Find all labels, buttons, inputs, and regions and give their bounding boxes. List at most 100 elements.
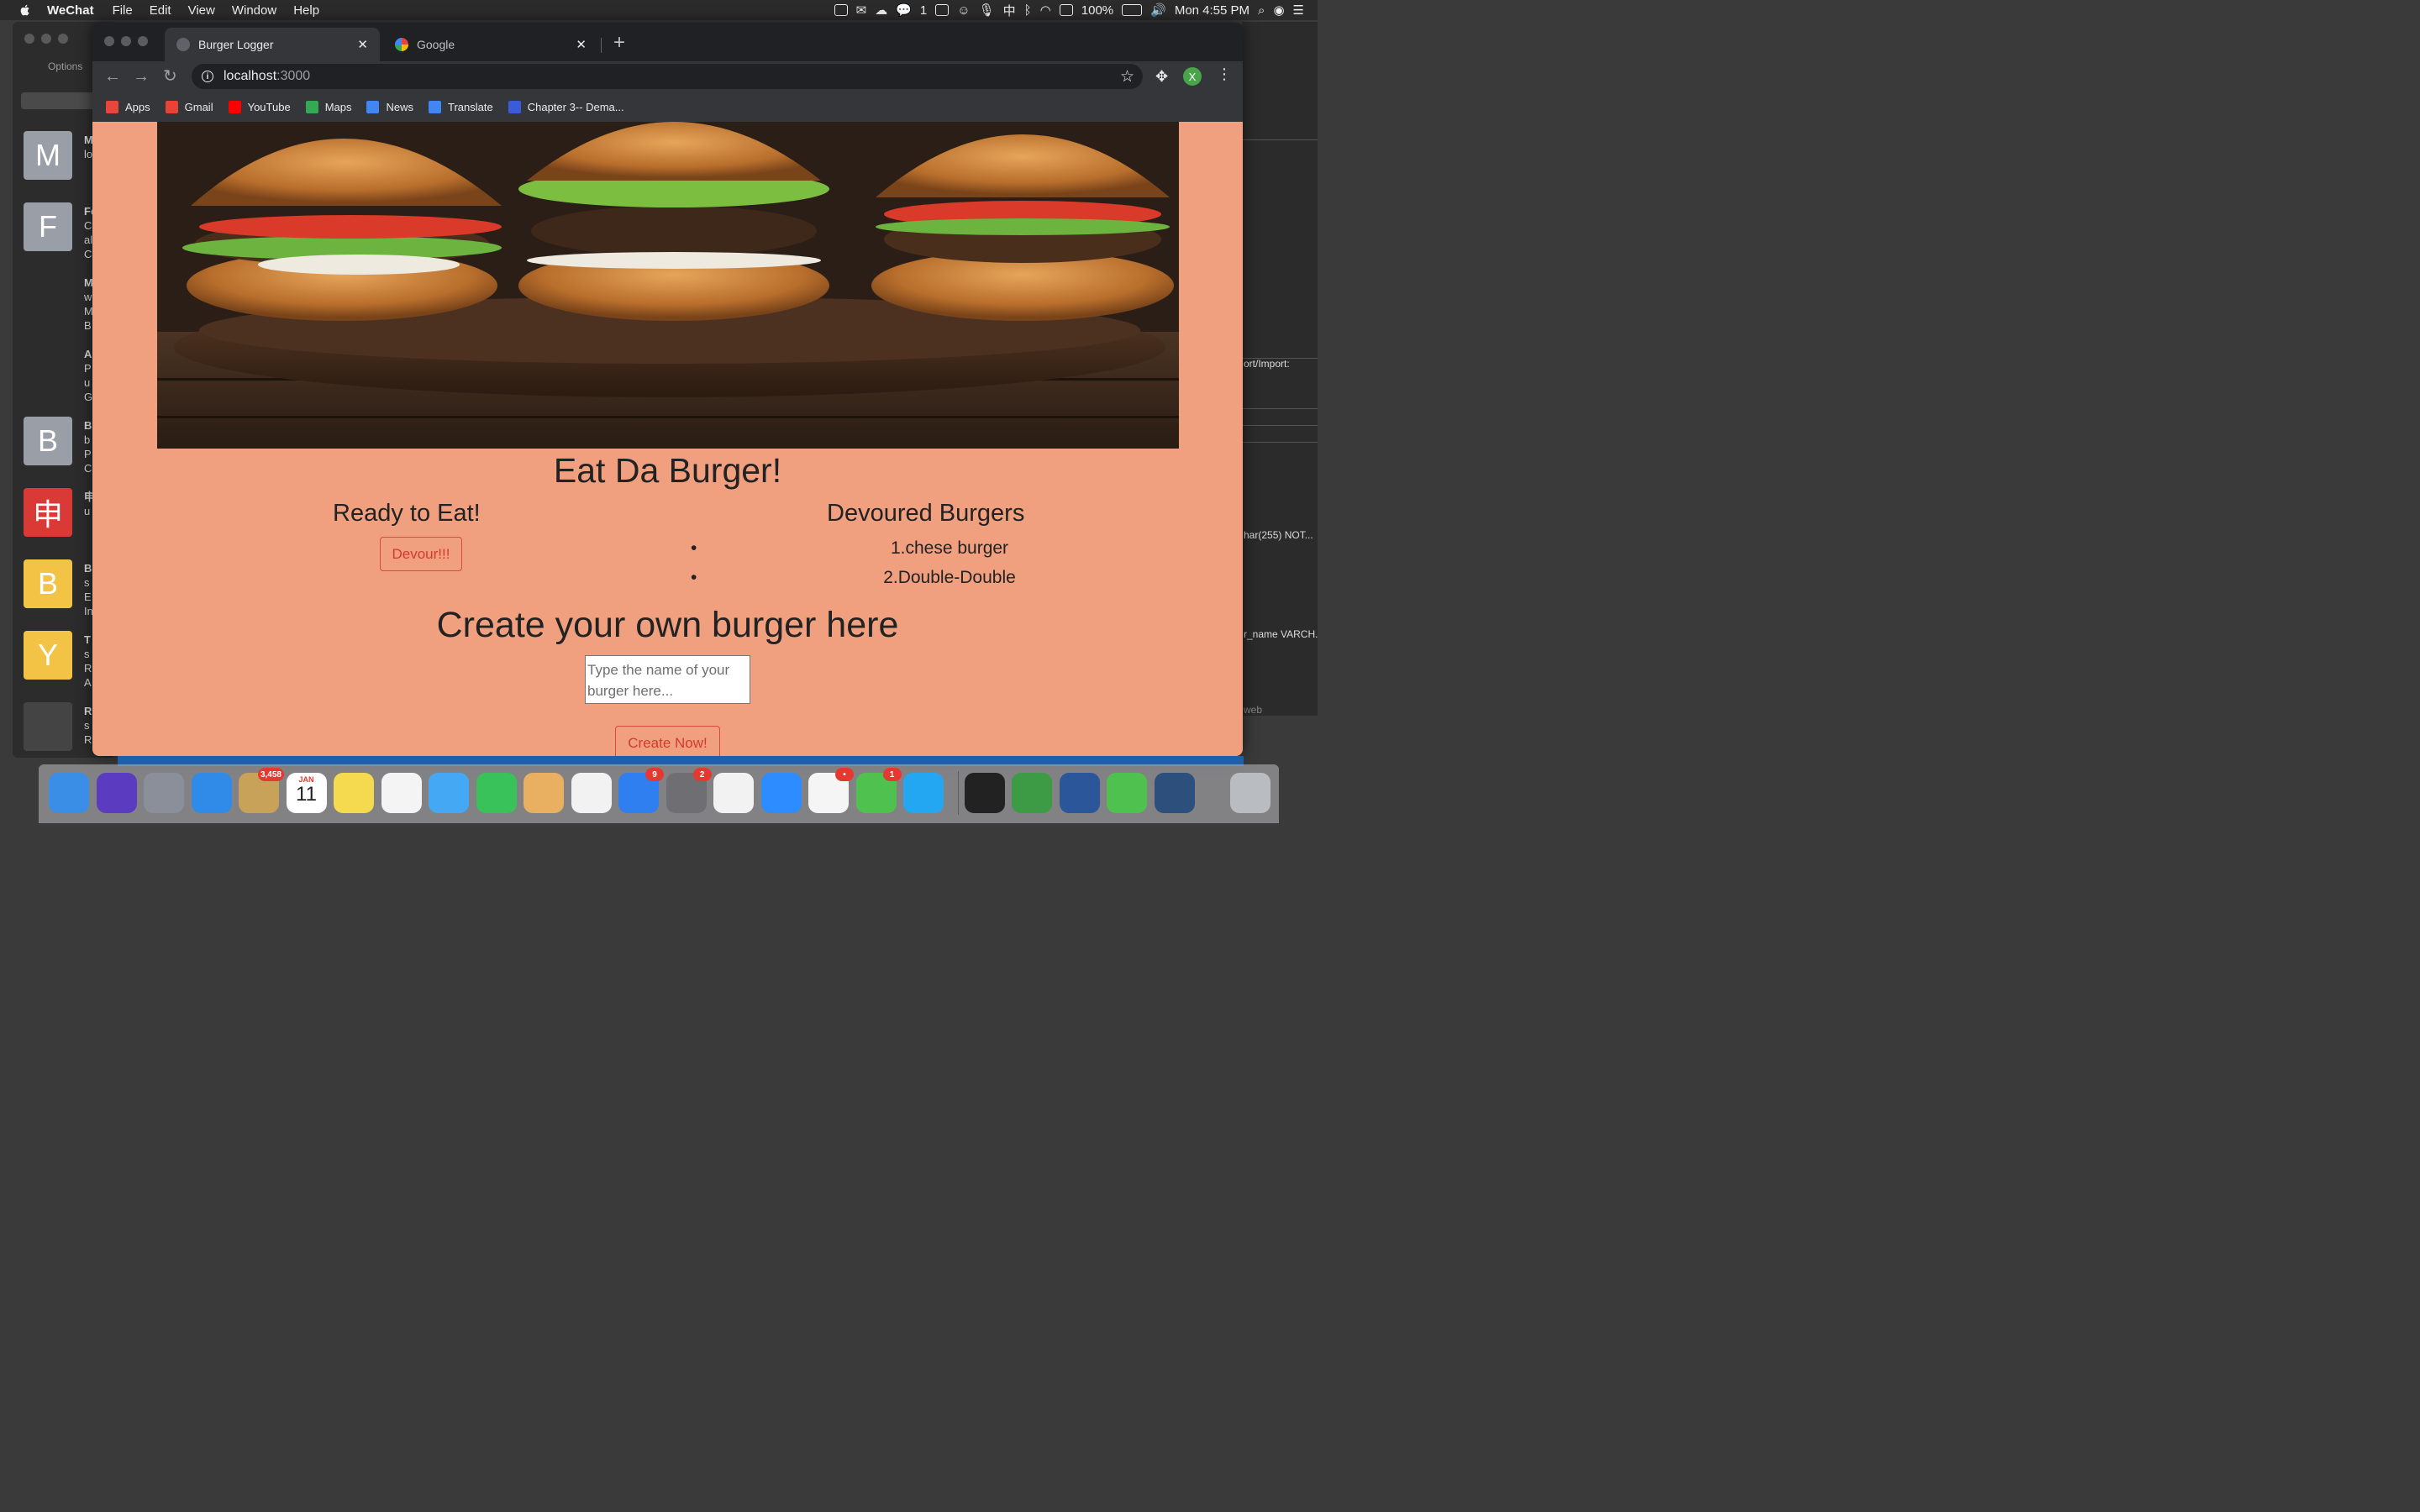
notes-icon[interactable] — [334, 773, 374, 813]
back-icon[interactable]: ← — [104, 66, 121, 87]
wechat-minimize-button[interactable] — [41, 34, 51, 44]
burger-name-input[interactable] — [585, 655, 750, 704]
terminal-icon[interactable] — [964, 773, 1005, 813]
app-store-icon[interactable]: 9 — [618, 768, 664, 813]
menu-edit[interactable]: Edit — [150, 3, 171, 18]
close-window-button[interactable] — [104, 36, 114, 46]
launchpad-icon[interactable] — [144, 773, 184, 813]
calendar-day: 11 — [296, 783, 317, 806]
reload-icon[interactable]: ↻ — [163, 66, 177, 87]
menu-view[interactable]: View — [188, 3, 215, 18]
preview-icon[interactable] — [523, 773, 564, 813]
bookmark-translate[interactable]: Translate — [429, 100, 493, 113]
system-preferences-icon[interactable]: 2 — [666, 768, 712, 813]
chrome-menu-icon[interactable]: ⋮ — [1217, 66, 1232, 83]
emoji-status-icon[interactable]: ☺ — [957, 3, 970, 18]
facetime-icon[interactable] — [476, 773, 517, 813]
bookmark-maps[interactable]: Maps — [305, 100, 351, 113]
new-tab-icon[interactable]: + — [613, 33, 625, 53]
bookmark-label: Translate — [448, 100, 493, 113]
avatar — [24, 274, 72, 323]
notification-badge: 2 — [692, 768, 712, 781]
chat-preview-line: R — [84, 662, 92, 675]
bookmark-chapter-3-dema[interactable]: Chapter 3-- Dema... — [508, 100, 624, 113]
menu-app-name[interactable]: WeChat — [47, 3, 94, 18]
bookmark-news[interactable]: News — [366, 100, 413, 113]
bookmark-apps[interactable]: Apps — [106, 100, 150, 113]
avatar: B — [24, 417, 72, 465]
reminders-icon[interactable] — [381, 773, 422, 813]
vscode-icon[interactable] — [903, 773, 944, 813]
wechat-close-button[interactable] — [24, 34, 34, 44]
wifi-icon[interactable]: ◠ — [1040, 3, 1051, 18]
menu-file[interactable]: File — [113, 3, 133, 18]
menu-window[interactable]: Window — [232, 3, 276, 18]
wechat-status-icon[interactable]: 💬 — [896, 3, 912, 18]
tab-burger-logger[interactable]: Burger Logger ✕ — [165, 28, 380, 61]
zoom-window-button[interactable] — [138, 36, 148, 46]
bookmark-youtube[interactable]: YouTube — [228, 100, 291, 113]
siri-status-icon[interactable]: ◉ — [1273, 3, 1284, 18]
chat-preview-line: R — [84, 705, 92, 717]
camera-status-icon[interactable] — [834, 4, 848, 16]
tab-google[interactable]: Google ✕ — [383, 28, 598, 61]
s-app-status-icon[interactable] — [1059, 4, 1073, 16]
music-icon[interactable] — [571, 773, 612, 813]
mic-status-icon[interactable]: 🎙 — [979, 3, 995, 18]
input-method-icon[interactable]: 中 — [1003, 2, 1016, 19]
bookmark-icon — [429, 100, 441, 113]
chat-preview-line: A — [84, 676, 92, 689]
wechat-work-icon[interactable]: 1 — [855, 768, 902, 813]
forward-icon[interactable]: → — [133, 66, 150, 87]
apple-icon[interactable] — [18, 3, 32, 17]
bookmark-gmail[interactable]: Gmail — [165, 100, 213, 113]
cloud-status-icon[interactable]: ☁ — [875, 3, 887, 18]
spotlight-icon[interactable]: ⌕ — [1258, 3, 1265, 18]
calendar-icon[interactable]: JAN 11 — [286, 773, 327, 813]
close-tab-icon[interactable]: ✕ — [357, 37, 368, 52]
bg-app-text: web — [1244, 704, 1263, 716]
bookmark-icon — [228, 100, 241, 113]
slack-icon[interactable]: • — [808, 768, 854, 813]
info-icon[interactable]: i — [202, 71, 213, 82]
address-bar[interactable]: i localhost:3000 ☆ — [192, 64, 1143, 89]
notification-badge: 9 — [645, 768, 664, 781]
finder-icon[interactable] — [49, 773, 89, 813]
battery-icon[interactable] — [1122, 4, 1143, 16]
avatar: 申 — [24, 488, 72, 537]
cd-app-icon[interactable] — [1012, 773, 1052, 813]
mail-status-icon[interactable]: ✉ — [856, 3, 867, 18]
chat-preview-line: u — [84, 376, 91, 389]
devour-button[interactable]: Devour!!! — [380, 537, 462, 571]
bg-app-text: ort/Import: — [1244, 358, 1290, 370]
create-now-button[interactable]: Create Now! — [615, 726, 720, 756]
menu-help[interactable]: Help — [293, 3, 319, 18]
menu-bar: WeChat File Edit View Window Help ✉ ☁ 💬 … — [0, 0, 1318, 20]
clock[interactable]: Mon 4:55 PM — [1175, 3, 1249, 18]
volume-icon[interactable]: 🔊 — [1150, 3, 1166, 18]
wechat-options[interactable]: Options — [48, 60, 82, 72]
safari-icon[interactable] — [191, 773, 232, 813]
bullet-icon: • — [691, 538, 697, 558]
zoom-icon[interactable] — [760, 773, 802, 813]
trash-icon[interactable] — [1230, 773, 1270, 813]
display-status-icon[interactable] — [935, 4, 950, 16]
word-icon[interactable] — [1059, 773, 1100, 813]
bookmark-star-icon[interactable]: ☆ — [1120, 67, 1134, 87]
chrome-icon[interactable] — [713, 773, 754, 813]
notification-center-icon[interactable]: ☰ — [1293, 3, 1304, 18]
minimize-window-button[interactable] — [121, 36, 131, 46]
wechat-zoom-button[interactable] — [58, 34, 68, 44]
profile-avatar[interactable]: X — [1183, 67, 1202, 86]
list-item: • 2.Double-Double — [681, 566, 1218, 596]
messages-icon[interactable] — [429, 773, 469, 813]
burger-hero-image — [157, 122, 1179, 449]
extensions-icon[interactable]: ✥ — [1155, 68, 1168, 86]
mail-icon[interactable]: 3,458 — [239, 768, 284, 813]
status-area: ✉ ☁ 💬 1 ☺ 🎙 中 ᛒ ◠ 100% 🔊 Mon 4:55 PM ⌕ ◉… — [834, 0, 1304, 20]
wechat-icon[interactable] — [1107, 773, 1147, 813]
mysql-workbench-icon[interactable] — [1154, 773, 1195, 813]
bluetooth-icon[interactable]: ᛒ — [1024, 3, 1032, 18]
siri-icon[interactable] — [96, 773, 137, 813]
close-tab-icon[interactable]: ✕ — [576, 37, 587, 52]
